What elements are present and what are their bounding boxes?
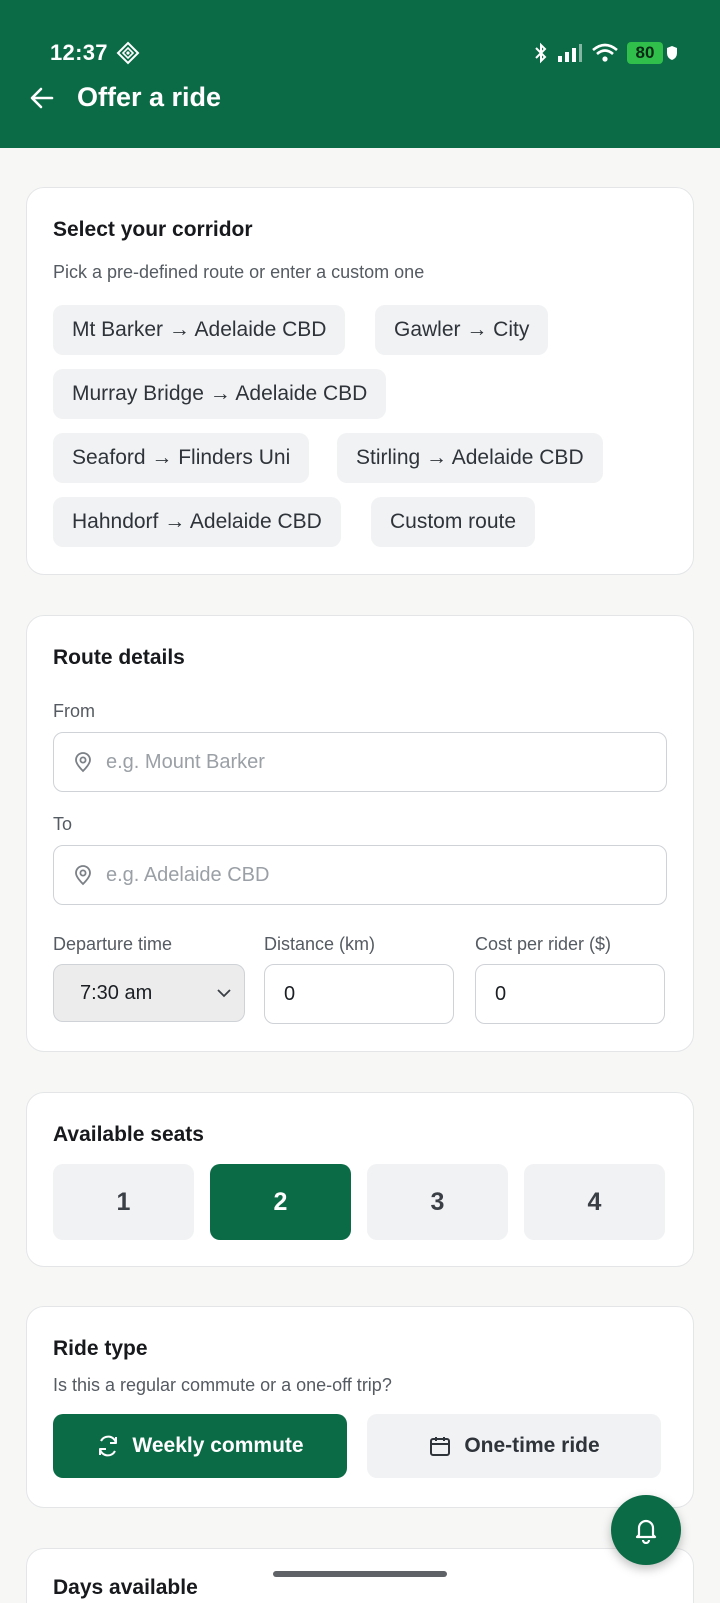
route-details-title: Route details — [53, 646, 185, 669]
route-chip-custom[interactable]: Custom route — [371, 497, 536, 547]
status-time: 12:37 — [50, 40, 108, 65]
cost-input[interactable] — [495, 982, 615, 1006]
to-field[interactable] — [53, 845, 667, 905]
notifications-button[interactable] — [611, 1495, 681, 1565]
one-time-ride-button[interactable]: One-time ride — [367, 1414, 661, 1478]
corridor-title: Select your corridor — [53, 218, 253, 241]
departure-label: Departure time — [53, 934, 173, 954]
status-icons: 80 — [534, 40, 678, 66]
ride-type-title: Ride type — [53, 1337, 148, 1360]
seats-card: Available seats 1 2 3 4 — [26, 1092, 694, 1267]
from-field[interactable] — [53, 732, 667, 792]
seat-option-3[interactable]: 3 — [367, 1164, 508, 1240]
from-label: From — [53, 701, 95, 721]
ride-type-subtitle: Is this a regular commute or a one-off t… — [53, 1375, 392, 1395]
app-bar: 12:37 80 Offer a ride — [0, 0, 720, 148]
seats-title: Available seats — [53, 1123, 204, 1146]
location-pin-icon — [75, 865, 91, 886]
location-pin-icon — [75, 752, 91, 773]
weekly-commute-label: Weekly commute — [132, 1434, 304, 1457]
route-chip-mt-barker[interactable]: Mt Barker → Adelaide CBD — [53, 305, 346, 355]
distance-field[interactable] — [264, 964, 454, 1024]
seat-option-1[interactable]: 1 — [53, 1164, 194, 1240]
distance-label: Distance (km) — [264, 934, 376, 954]
days-title: Days available — [53, 1576, 198, 1599]
to-label: To — [53, 814, 73, 834]
route-chip-stirling[interactable]: Stirling → Adelaide CBD — [337, 433, 603, 483]
route-chip-seaford[interactable]: Seaford → Flinders Uni — [53, 433, 310, 483]
wifi-icon — [592, 43, 618, 62]
battery-level: 80 — [627, 42, 663, 64]
home-indicator[interactable] — [273, 1571, 447, 1577]
route-chip-murray-bridge[interactable]: Murray Bridge → Adelaide CBD — [53, 369, 387, 419]
departure-value: 7:30 am — [80, 981, 153, 1004]
chevron-down-icon — [217, 989, 231, 998]
bluetooth-icon — [535, 42, 547, 64]
diamond-icon — [116, 41, 140, 65]
seat-option-2[interactable]: 2 — [210, 1164, 351, 1240]
seat-option-4[interactable]: 4 — [524, 1164, 665, 1240]
departure-select[interactable]: 7:30 am — [53, 964, 245, 1022]
to-input[interactable] — [106, 863, 606, 887]
ride-type-card: Ride type Is this a regular commute or a… — [26, 1306, 694, 1508]
corridor-card: Select your corridor Pick a pre-defined … — [26, 187, 694, 575]
cost-field[interactable] — [475, 964, 665, 1024]
signal-icon — [558, 44, 582, 62]
route-chip-gawler[interactable]: Gawler → City — [375, 305, 549, 355]
weekly-commute-button[interactable]: Weekly commute — [53, 1414, 347, 1478]
arrow-left-icon[interactable] — [28, 84, 56, 112]
route-details-card: Route details From To Departure time Dis… — [26, 615, 694, 1052]
bell-icon — [635, 1519, 657, 1544]
battery-icon: 80 — [627, 42, 678, 64]
route-chip-hahndorf[interactable]: Hahndorf → Adelaide CBD — [53, 497, 341, 547]
page-title: Offer a ride — [77, 82, 222, 112]
one-time-ride-label: One-time ride — [464, 1434, 600, 1457]
calendar-icon — [430, 1437, 451, 1456]
distance-input[interactable] — [284, 982, 404, 1006]
from-input[interactable] — [106, 750, 606, 774]
repeat-icon — [99, 1435, 118, 1457]
cost-label: Cost per rider ($) — [475, 934, 612, 954]
shield-icon — [667, 46, 677, 60]
corridor-subtitle: Pick a pre-defined route or enter a cust… — [53, 262, 425, 282]
